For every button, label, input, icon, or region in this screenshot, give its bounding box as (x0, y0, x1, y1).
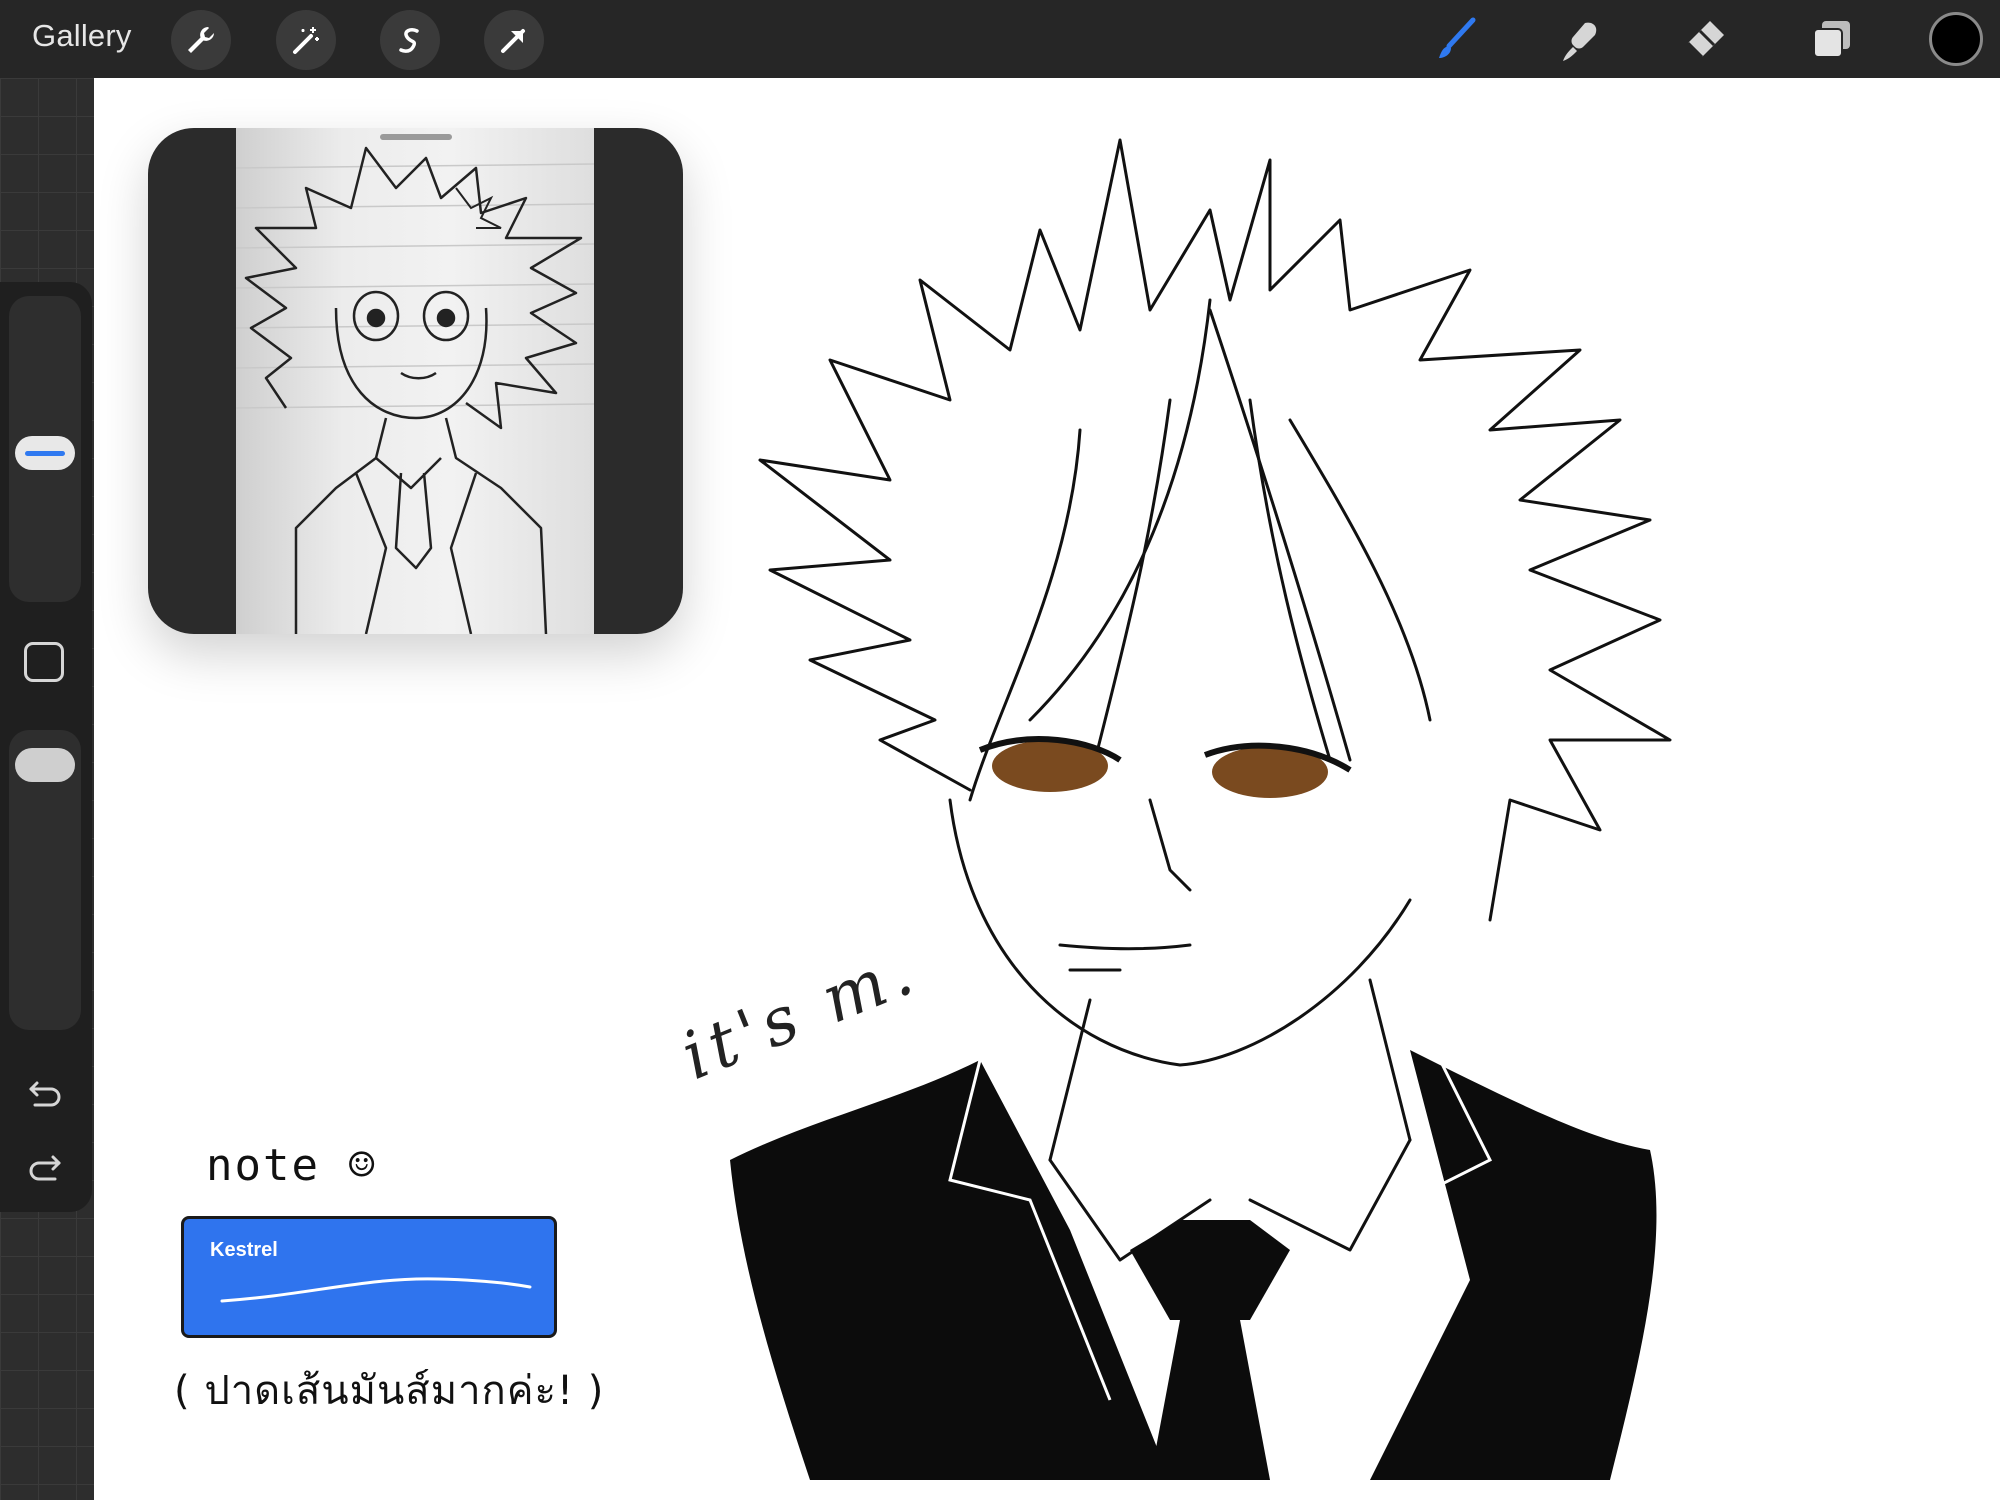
brush-size-slider[interactable] (9, 296, 81, 602)
brush-icon[interactable] (1425, 12, 1481, 68)
left-sidebar (0, 282, 92, 1212)
layers-icon[interactable] (1803, 12, 1859, 68)
main-artwork (730, 138, 1672, 1480)
brush-preview-card: Kestrel (181, 1216, 557, 1338)
modify-button[interactable] (24, 642, 64, 682)
redo-icon[interactable] (22, 1144, 68, 1190)
opacity-slider[interactable] (9, 730, 81, 1030)
top-toolbar: Gallery (0, 0, 2000, 78)
actions-wrench-icon[interactable] (171, 10, 231, 70)
undo-icon[interactable] (22, 1070, 68, 1116)
reference-photo (235, 128, 595, 634)
gallery-button[interactable]: Gallery (32, 18, 132, 54)
adjustments-magic-wand-icon[interactable] (276, 10, 336, 70)
smudge-icon[interactable] (1552, 12, 1608, 68)
note-label: note ☺ (206, 1140, 377, 1191)
eraser-icon[interactable] (1677, 12, 1733, 68)
selection-icon[interactable] (380, 10, 440, 70)
reference-drag-handle[interactable] (380, 134, 452, 140)
transform-arrow-icon[interactable] (484, 10, 544, 70)
opacity-thumb[interactable] (15, 748, 75, 782)
color-picker-swatch[interactable] (1929, 12, 1983, 66)
brush-name: Kestrel (210, 1239, 278, 1261)
brush-size-thumb[interactable] (15, 436, 75, 470)
handwritten-caption: ( ปาดเส้นมันส์มากค่ะ! ) (174, 1368, 605, 1414)
reference-window[interactable] (148, 128, 683, 634)
brush-stroke-preview (220, 1277, 532, 1303)
